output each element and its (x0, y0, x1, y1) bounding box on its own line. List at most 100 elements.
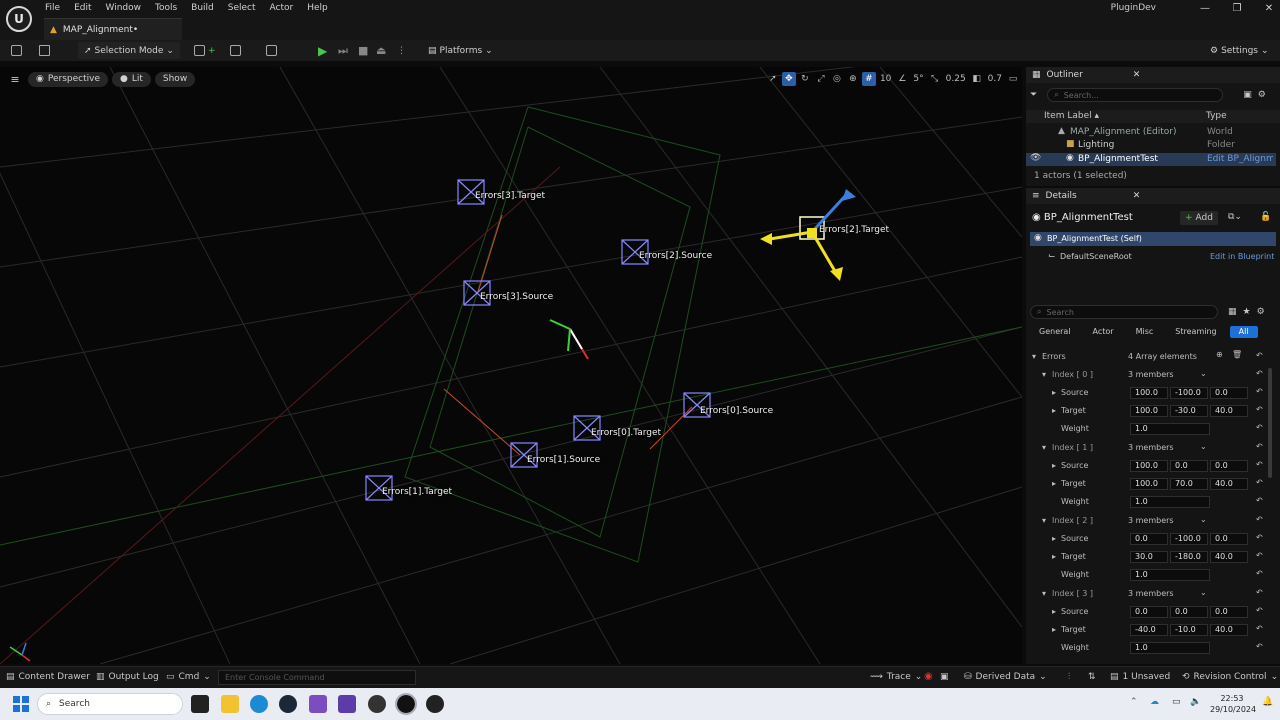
reset-icon[interactable]: ↶ (1256, 533, 1263, 542)
lit-button[interactable]: ● Lit (111, 71, 151, 87)
rotate-tool-icon[interactable]: ↻ (798, 72, 812, 86)
source-x-field[interactable]: 0.0 (1130, 533, 1168, 545)
outliner-settings-icon[interactable]: ⚙ (1258, 90, 1266, 100)
delete-icon[interactable]: 🗑 (1232, 350, 1242, 359)
eject-icon[interactable]: ⏏ (376, 42, 386, 59)
target-x-field[interactable]: 30.0 (1130, 551, 1168, 563)
reset-icon[interactable]: ↶ (1256, 405, 1263, 414)
level-viewport[interactable]: ≡ ◉ Perspective ● Lit Show ➚ ✥ ↻ ⤢ ◎ ⊕ #… (0, 67, 1022, 664)
hamburger-menu-icon[interactable]: ≡ (6, 73, 24, 86)
details-search-input[interactable]: ⌕ Search (1030, 305, 1218, 319)
surface-snap-icon[interactable]: ⊕ (846, 72, 860, 86)
revision-control-button[interactable]: ⟲ Revision Control ⌄ (1182, 672, 1278, 682)
taskbar-search[interactable]: ⌕ Search (37, 693, 183, 715)
step-icon[interactable]: ⏭ (338, 42, 348, 59)
unreal-editor-icon[interactable] (395, 693, 417, 715)
reset-icon[interactable]: ↶ (1256, 624, 1263, 633)
reset-icon[interactable]: ↶ (1256, 642, 1263, 651)
network-icon[interactable]: ▭ (1172, 697, 1181, 707)
outliner-row-lighting[interactable]: ■ Lighting Folder (1026, 139, 1280, 152)
maximize-viewport-icon[interactable]: ▭ (1006, 72, 1020, 86)
scale-tool-icon[interactable]: ⤢ (814, 72, 828, 86)
reset-icon[interactable]: ↶ (1256, 588, 1263, 597)
menu-help[interactable]: Help (300, 0, 335, 16)
expand-arrow-icon[interactable]: ▸ (1052, 625, 1056, 634)
add-folder-icon[interactable]: ▣ (1243, 90, 1252, 100)
reset-icon[interactable]: ↶ (1256, 460, 1263, 469)
sync-icon[interactable]: ⇅ (1088, 672, 1096, 682)
add-element-icon[interactable]: ⊕ (1216, 350, 1223, 359)
minimize-button[interactable]: — (1198, 3, 1212, 14)
menu-build[interactable]: Build (184, 0, 221, 16)
reset-icon[interactable]: ↶ (1256, 387, 1263, 396)
reset-icon[interactable]: ↶ (1256, 515, 1263, 524)
weight-field[interactable]: 1.0 (1130, 496, 1210, 508)
menu-file[interactable]: File (38, 0, 67, 16)
category-actor[interactable]: Actor (1084, 326, 1123, 338)
camera-icon[interactable]: ▣ (940, 672, 949, 682)
record-icon[interactable]: ◉ (924, 671, 933, 682)
menu-edit[interactable]: Edit (67, 0, 98, 16)
eye-icon[interactable]: 👁 (1030, 153, 1041, 163)
rotation-snap-value[interactable]: 5° (911, 72, 925, 86)
steam-icon[interactable] (279, 695, 297, 713)
target-z-field[interactable]: 40.0 (1210, 624, 1248, 636)
save-icon[interactable] (11, 42, 22, 59)
target-y-field[interactable]: -10.0 (1170, 624, 1208, 636)
stop-icon[interactable]: ■ (358, 42, 368, 59)
chevron-down-icon[interactable]: ⌄ (1200, 442, 1207, 451)
play-options-icon[interactable]: ⋮ (397, 42, 406, 59)
reset-icon[interactable]: ↶ (1256, 369, 1263, 378)
menu-window[interactable]: Window (99, 0, 149, 16)
show-button[interactable]: Show (154, 71, 196, 87)
clock[interactable]: 22:53 29/10/2024 (1210, 693, 1256, 715)
reset-icon[interactable]: ↶ (1256, 569, 1263, 578)
derived-data-button[interactable]: ⛁ Derived Data ⌄ (964, 672, 1047, 682)
details-settings-icon[interactable]: ⚙ (1257, 307, 1265, 317)
world-space-icon[interactable]: ◎ (830, 72, 844, 86)
play-button[interactable]: ▶ (318, 42, 327, 59)
details-scrollbar[interactable] (1268, 368, 1272, 478)
target-x-field[interactable]: -40.0 (1130, 624, 1168, 636)
reset-icon[interactable]: ↶ (1256, 423, 1263, 432)
expand-arrow-icon[interactable]: ▸ (1052, 388, 1056, 397)
menu-tools[interactable]: Tools (148, 0, 184, 16)
expand-arrow-icon[interactable]: ▸ (1052, 406, 1056, 415)
expand-arrow-icon[interactable]: ▸ (1052, 607, 1056, 616)
blueprint-options-icon[interactable]: ⧉⌄ (1228, 212, 1242, 222)
selection-mode-button[interactable]: ➚ Selection Mode ⌄ (78, 42, 180, 59)
weight-field[interactable]: 1.0 (1130, 423, 1210, 435)
expand-arrow-icon[interactable]: ▾ (1042, 516, 1046, 525)
windows-start-icon[interactable] (13, 696, 29, 712)
visual-studio-2-icon[interactable] (338, 695, 356, 713)
unreal-launcher-icon[interactable] (368, 695, 386, 713)
reset-icon[interactable]: ↶ (1256, 551, 1263, 560)
camera-speed-value[interactable]: 0.7 (986, 72, 1004, 86)
target-z-field[interactable]: 40.0 (1210, 551, 1248, 563)
expand-arrow-icon[interactable]: ▾ (1032, 352, 1036, 361)
onedrive-icon[interactable]: ☁ (1150, 697, 1159, 707)
select-tool-icon[interactable]: ➚ (766, 72, 780, 86)
target-z-field[interactable]: 40.0 (1210, 405, 1248, 417)
target-y-field[interactable]: -30.0 (1170, 405, 1208, 417)
category-all[interactable]: All (1229, 326, 1258, 338)
content-drawer-button[interactable]: ▤ Content Drawer (6, 672, 90, 682)
type-column[interactable]: Type (1206, 111, 1227, 121)
edit-blueprint-link[interactable]: Edit BP_Alignme (1207, 154, 1273, 164)
lock-icon[interactable]: 🔓 (1260, 212, 1271, 222)
filter-icon[interactable]: ⏷ (1030, 90, 1037, 100)
source-y-field[interactable]: -100.0 (1170, 387, 1208, 399)
target-y-field[interactable]: -180.0 (1170, 551, 1208, 563)
star-icon[interactable]: ★ (1243, 307, 1251, 317)
cinematics-icon[interactable] (266, 42, 277, 59)
platforms-button[interactable]: ▤ Platforms ⌄ (428, 42, 493, 59)
reset-icon[interactable]: ↶ (1256, 351, 1263, 360)
source-x-field[interactable]: 100.0 (1130, 387, 1168, 399)
menu-actor[interactable]: Actor (263, 0, 301, 16)
trace-button[interactable]: ⟿ Trace ⌄ (870, 672, 922, 682)
expand-arrow-icon[interactable]: ▸ (1052, 534, 1056, 543)
github-icon[interactable] (426, 695, 444, 713)
expand-arrow-icon[interactable]: ▸ (1052, 461, 1056, 470)
unreal-logo-icon[interactable]: U (6, 6, 32, 32)
item-label-column[interactable]: Item Label ▴ (1044, 111, 1099, 121)
